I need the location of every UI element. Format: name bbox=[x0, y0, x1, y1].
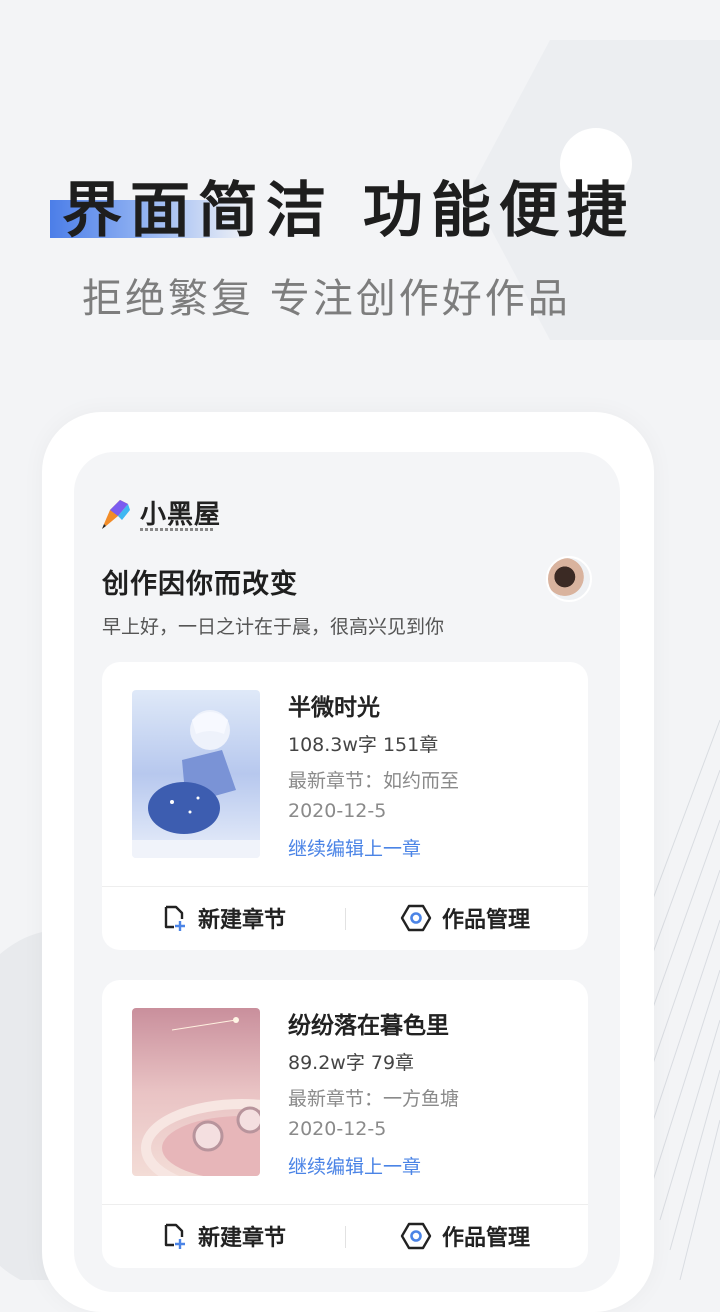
book-stats: 89.2w字 79章 bbox=[288, 1052, 415, 1074]
new-chapter-label: 新建章节 bbox=[198, 908, 287, 933]
manage-work-label: 作品管理 bbox=[442, 908, 531, 933]
greeting-title: 创作因你而改变 bbox=[102, 569, 298, 600]
book-title[interactable]: 纷纷落在暮色里 bbox=[288, 1006, 449, 1040]
continue-editing-link[interactable]: 继续编辑上一章 bbox=[288, 1152, 421, 1179]
continue-editing-link[interactable]: 继续编辑上一章 bbox=[288, 834, 421, 861]
book-latest-chapter: 最新章节：如约而至 bbox=[288, 770, 460, 792]
pen-logo-icon bbox=[102, 499, 130, 529]
greeting-subtitle: 早上好，一日之计在于晨，很高兴见到你 bbox=[102, 616, 445, 638]
book-title[interactable]: 半微时光 bbox=[288, 688, 380, 722]
hero-subtitle: 拒绝繁复 专注创作好作品 bbox=[82, 276, 571, 322]
action-separator bbox=[345, 908, 346, 930]
hero-title: 界面简洁 功能便捷 bbox=[62, 176, 635, 246]
action-separator bbox=[345, 1226, 346, 1248]
app-logo: 小黑屋 bbox=[100, 494, 221, 531]
hexagon-settings-icon bbox=[400, 1222, 432, 1250]
logo-text: 小黑屋 bbox=[140, 500, 222, 530]
new-chapter-button[interactable]: 新建章节 bbox=[158, 886, 286, 950]
new-chapter-label: 新建章节 bbox=[198, 1226, 287, 1251]
book-date: 2020-12-5 bbox=[288, 1118, 387, 1140]
new-chapter-button[interactable]: 新建章节 bbox=[158, 1204, 286, 1268]
manage-work-button[interactable]: 作品管理 bbox=[400, 886, 530, 950]
book-card[interactable]: 纷纷落在暮色里 89.2w字 79章 最新章节：一方鱼塘 2020-12-5 继… bbox=[102, 980, 588, 1268]
manage-work-button[interactable]: 作品管理 bbox=[400, 1204, 530, 1268]
avatar[interactable] bbox=[546, 556, 592, 602]
logo-tagline bbox=[140, 528, 214, 531]
book-latest-chapter: 最新章节：一方鱼塘 bbox=[288, 1088, 460, 1110]
hexagon-settings-icon bbox=[400, 904, 432, 932]
cover-illustration bbox=[132, 1008, 260, 1176]
book-date: 2020-12-5 bbox=[288, 800, 387, 822]
book-stats: 108.3w字 151章 bbox=[288, 734, 439, 756]
cover-illustration bbox=[132, 690, 260, 858]
manage-work-label: 作品管理 bbox=[442, 1226, 531, 1251]
new-document-icon bbox=[164, 1223, 185, 1249]
book-cover[interactable] bbox=[132, 690, 260, 858]
book-card[interactable]: 半微时光 108.3w字 151章 最新章节：如约而至 2020-12-5 继续… bbox=[102, 662, 588, 950]
book-cover[interactable] bbox=[132, 1008, 260, 1176]
new-document-icon bbox=[164, 905, 185, 931]
